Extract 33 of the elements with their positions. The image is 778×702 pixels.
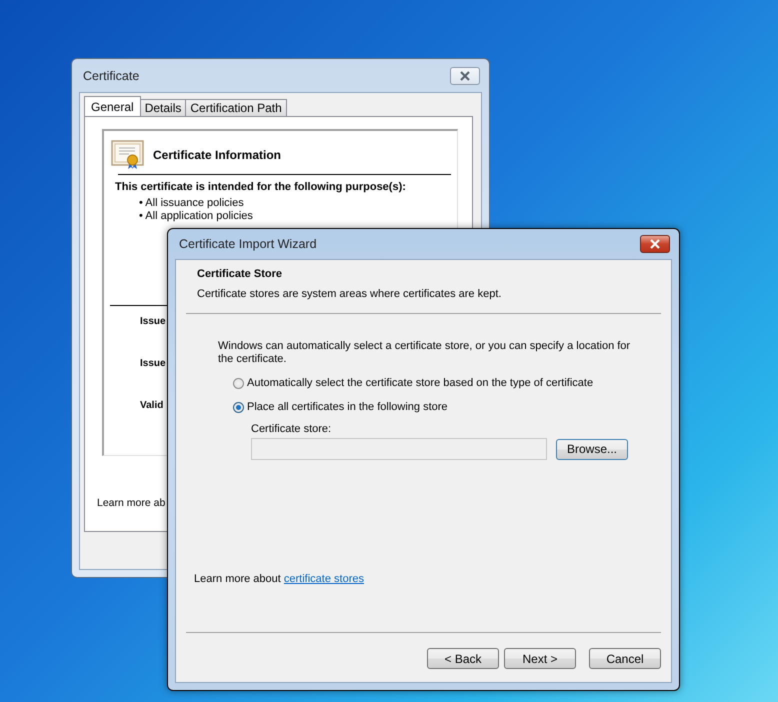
purpose-item: • All application policies	[139, 210, 253, 222]
certificate-icon	[111, 140, 144, 170]
page-subtitle: Certificate stores are system areas where certificates are kept.	[197, 288, 502, 300]
purpose-title: This certificate is intended for the following purpose(s):	[115, 181, 407, 193]
tab[interactable]: Certification Path	[185, 99, 287, 116]
section-heading: Certificate Information	[153, 148, 282, 162]
radio-label[interactable]: Automatically select the certificate store based on the type of certificate	[247, 377, 594, 389]
window-title: Certificate	[83, 68, 140, 82]
field-label: Issue	[140, 316, 166, 327]
close-button[interactable]	[640, 235, 670, 253]
radio-label[interactable]: Place all certificates in the following store	[247, 401, 448, 413]
intro-text: Windows can automatically select a certificate store, or you can specify a location for the certificate.	[218, 340, 632, 366]
purpose-item: • All issuance policies	[139, 197, 244, 209]
field-label: Issue	[140, 358, 166, 369]
learn-more-text: Learn more ab	[97, 497, 166, 509]
tab[interactable]: General	[84, 96, 141, 116]
close-button[interactable]	[450, 66, 480, 84]
close-icon	[649, 239, 661, 249]
wizard-button[interactable]: Cancel	[589, 648, 661, 669]
radio-button[interactable]	[233, 402, 244, 412]
learn-more-text: Learn more about	[194, 573, 281, 585]
close-icon	[459, 70, 471, 80]
store-field[interactable]	[251, 438, 547, 460]
page-title: Certificate Store	[197, 268, 282, 280]
radio-button[interactable]	[233, 378, 244, 388]
learn-more-link[interactable]: certificate stores	[284, 573, 364, 585]
browse-button[interactable]: Browse...	[556, 438, 628, 460]
field-label: Certificate store:	[251, 423, 332, 435]
wizard-button[interactable]: Next >	[504, 648, 576, 669]
tab[interactable]: Details	[140, 99, 186, 116]
window-title: Certificate Import Wizard	[179, 237, 317, 251]
field-label: Valid	[140, 400, 164, 411]
wizard-button[interactable]: < Back	[427, 648, 499, 669]
